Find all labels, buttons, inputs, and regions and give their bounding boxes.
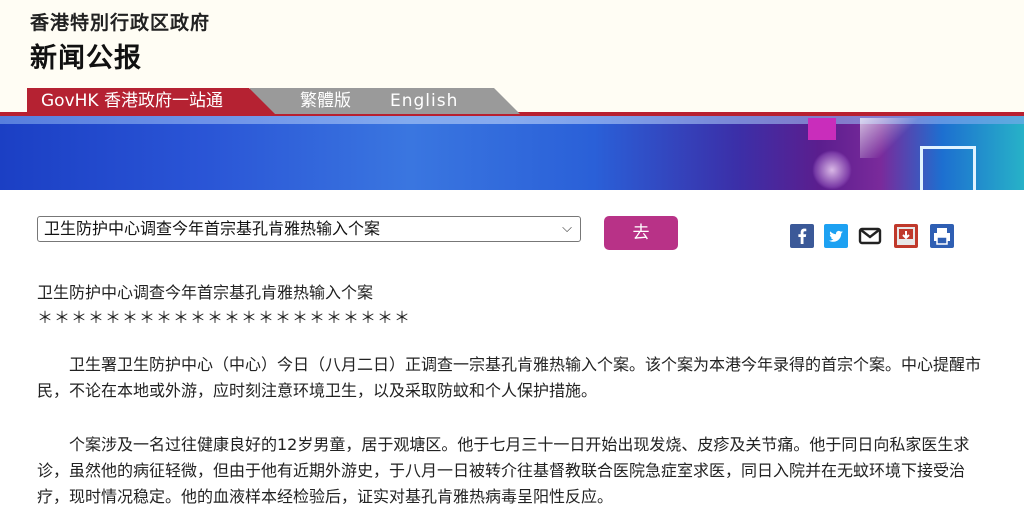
site-header: 香港特別行政区政府 新闻公报 [0,0,1024,88]
facebook-icon[interactable] [790,224,814,248]
article-paragraph: 卫生署卫生防护中心（中心）今日（八月二日）正调查一宗基孔肯雅热输入个案。该个案为… [37,355,982,400]
govhk-link[interactable]: GovHK 香港政府一站通 [27,88,275,114]
bookmark-icon[interactable] [894,224,918,248]
article-paragraph: 个案涉及一名过往健康良好的12岁男童，居于观塘区。他于七月三十一日开始出现发烧、… [37,435,970,506]
article-select[interactable]: 卫生防护中心调查今年首宗基孔肯雅热输入个案 ⌵ [37,216,581,242]
banner-flare [860,118,920,158]
print-icon[interactable] [930,224,954,248]
twitter-icon[interactable] [824,224,848,248]
go-button[interactable]: 去 [604,216,678,250]
traditional-chinese-link[interactable]: 繁體版 [300,88,351,114]
press-releases-title: 新闻公报 [30,43,142,74]
email-icon[interactable] [858,224,882,248]
chevron-down-icon: ⌵ [562,221,572,236]
article-select-value: 卫生防护中心调查今年首宗基孔肯雅热输入个案 [44,219,381,238]
article-title: 卫生防护中心调查今年首宗基孔肯雅热输入个案 [37,283,374,302]
banner-frame [920,146,976,190]
government-title: 香港特別行政区政府 [30,12,211,34]
title-divider-stars: ＊＊＊＊＊＊＊＊＊＊＊＊＊＊＊＊＊＊＊＊＊＊ [37,308,412,327]
english-link[interactable]: English [390,88,458,114]
banner-decoration [808,118,836,140]
banner-glow [812,150,852,190]
